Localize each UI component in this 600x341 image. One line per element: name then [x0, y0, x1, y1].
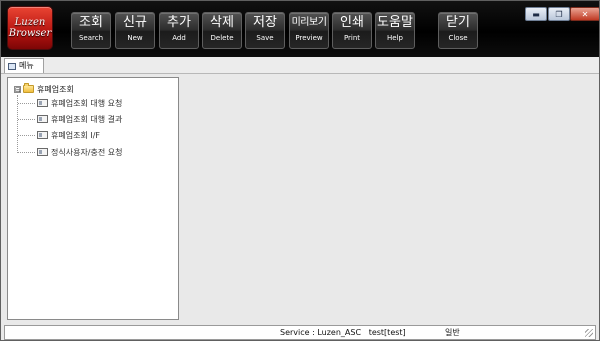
status-bar: Service : Luzen_ASC test[test] 일반: [4, 325, 596, 340]
tree-item-result[interactable]: 휴폐업조회 대행 결과: [18, 113, 122, 125]
menu-tab-icon: [8, 62, 16, 70]
tab-bar: 메뉴: [1, 57, 599, 74]
page-icon: [37, 148, 48, 156]
page-icon: [37, 99, 48, 107]
tree-root-label: 휴폐업조회: [37, 84, 74, 94]
app-window: Luzen Browser 조회 Search 신규 New 추가 Add 삭제…: [0, 0, 600, 341]
tab-menu[interactable]: 메뉴: [4, 58, 44, 73]
menu-tree-panel: ⊟ 휴폐업조회 휴폐업조회 대행 요청 휴폐업조회 대행 결과 휴폐업조회 I/…: [7, 77, 179, 320]
tree-item-interface[interactable]: 휴폐업조회 I/F: [18, 129, 100, 141]
minimize-button[interactable]: ▬: [525, 7, 547, 21]
save-button[interactable]: 저장 Save: [245, 12, 285, 49]
close-icon: ✕: [581, 9, 589, 19]
tree-item-user-charge-request[interactable]: 정식사용자/충전 요청: [18, 146, 122, 158]
tree-root-node[interactable]: ⊟ 휴폐업조회: [14, 83, 74, 95]
tree-item-request[interactable]: 휴폐업조회 대행 요청: [18, 97, 122, 109]
add-button[interactable]: 추가 Add: [159, 12, 199, 49]
collapse-icon[interactable]: ⊟: [14, 85, 21, 93]
minimize-icon: ▬: [532, 9, 540, 19]
status-service: Service : Luzen_ASC test[test]: [280, 328, 406, 337]
status-level: 일반: [445, 328, 460, 337]
window-close-button[interactable]: ✕: [570, 7, 599, 21]
preview-button[interactable]: 미리보기 Preview: [289, 12, 329, 49]
help-button[interactable]: 도움말 Help: [375, 12, 415, 49]
resize-grip-icon[interactable]: [585, 329, 593, 337]
maximize-icon: ❐: [555, 9, 563, 19]
new-button[interactable]: 신규 New: [115, 12, 155, 49]
print-button[interactable]: 인쇄 Print: [332, 12, 372, 49]
search-button[interactable]: 조회 Search: [71, 12, 111, 49]
toolbar: Luzen Browser 조회 Search 신규 New 추가 Add 삭제…: [1, 1, 599, 57]
close-button[interactable]: 닫기 Close: [438, 12, 478, 49]
folder-icon: [23, 83, 34, 93]
page-icon: [37, 115, 48, 123]
maximize-button[interactable]: ❐: [548, 7, 570, 21]
luzen-browser-logo: Luzen Browser: [7, 6, 53, 50]
page-icon: [37, 131, 48, 139]
delete-button[interactable]: 삭제 Delete: [202, 12, 242, 49]
